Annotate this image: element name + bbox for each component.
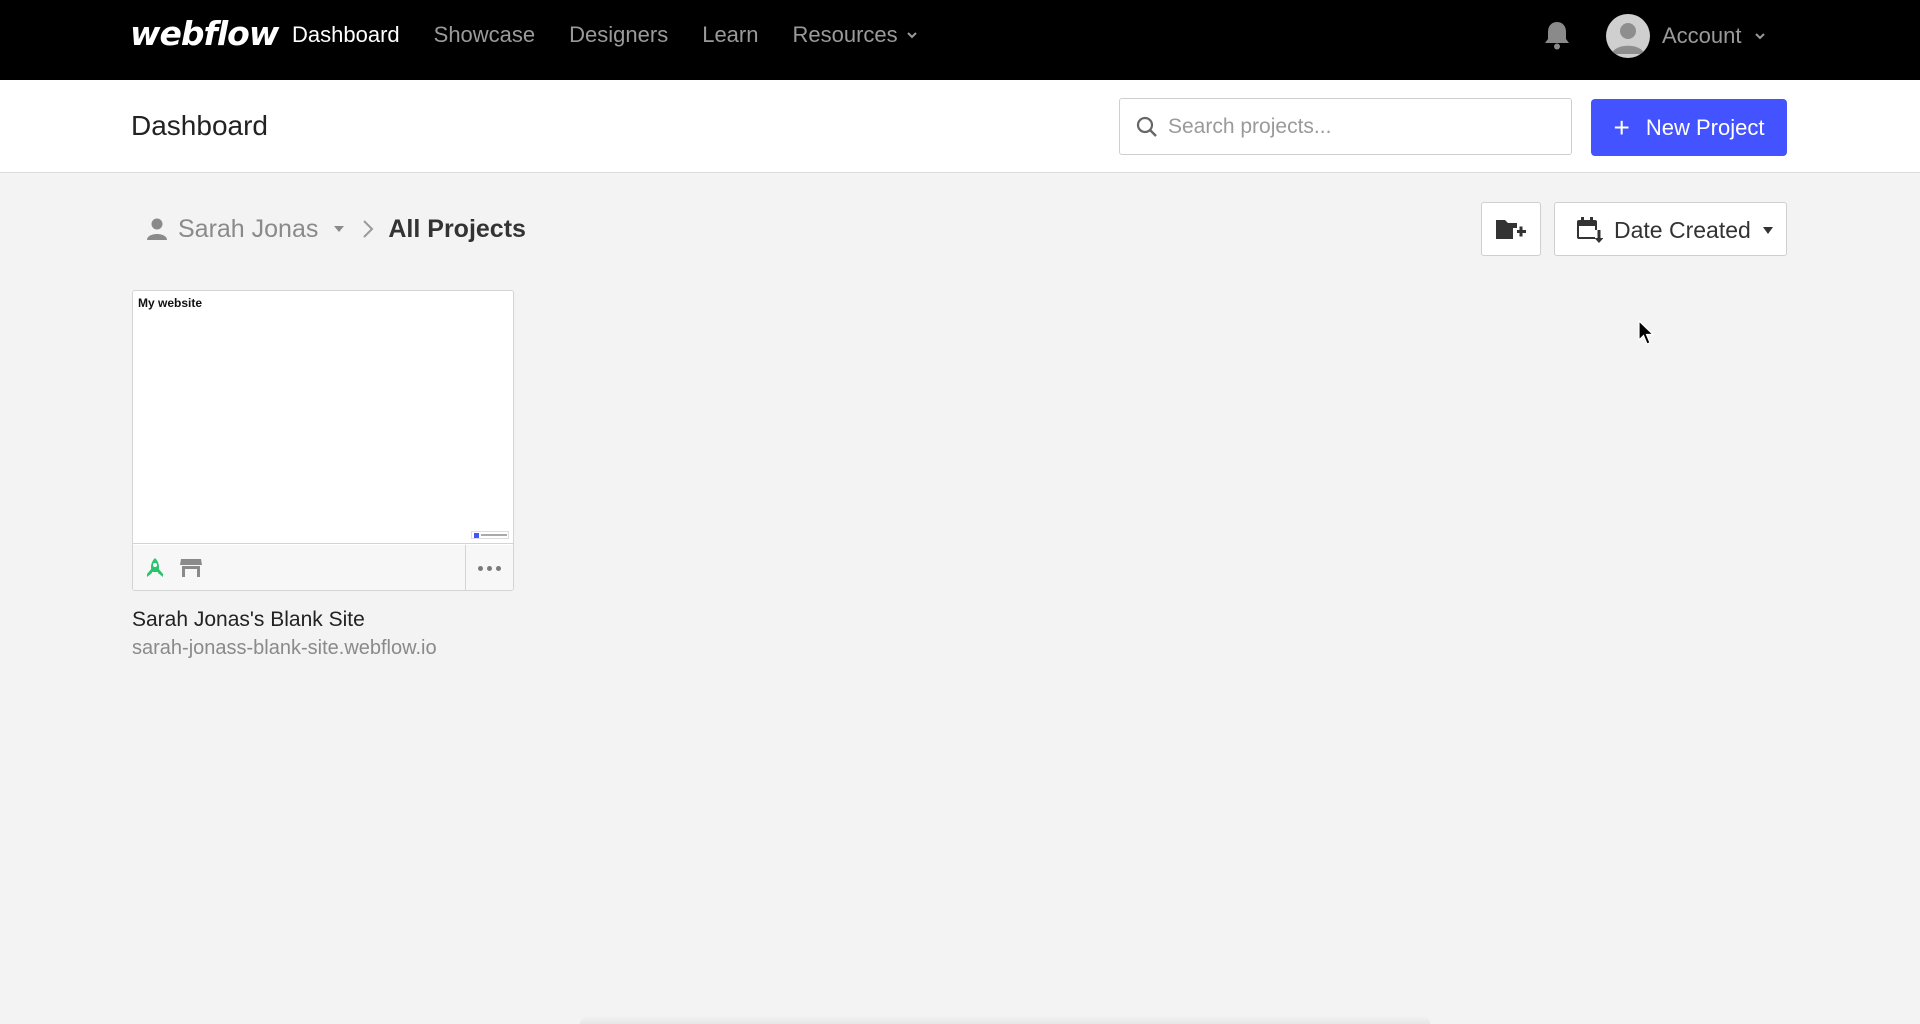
project-url[interactable]: sarah-jonass-blank-site.webflow.io [132, 637, 437, 660]
nav-link-resources-label: Resources [792, 22, 898, 47]
more-icon [478, 565, 483, 571]
search-icon [1136, 116, 1157, 137]
project-thumbnail[interactable]: My website [133, 291, 513, 544]
store-icon[interactable] [179, 557, 203, 579]
breadcrumb-current: All Projects [388, 214, 526, 243]
chevron-down-icon [906, 32, 917, 39]
thumbnail-title: My website [138, 296, 203, 310]
nav-link-designers[interactable]: Designers [569, 22, 668, 48]
bottom-panel-edge [580, 1016, 1430, 1024]
more-options-button[interactable] [465, 545, 513, 590]
search-input[interactable] [1168, 107, 1558, 147]
user-icon [147, 218, 167, 240]
new-project-button[interactable]: + New Project [1591, 99, 1787, 156]
sort-label: Date Created [1614, 217, 1751, 243]
nav-link-resources[interactable]: Resources [792, 22, 917, 48]
sort-dropdown[interactable]: Date Created [1554, 202, 1787, 256]
caret-down-icon [334, 226, 345, 232]
search-box[interactable] [1119, 98, 1572, 155]
nav-link-dashboard[interactable]: Dashboard [292, 22, 400, 48]
rocket-icon[interactable] [145, 557, 165, 579]
plus-icon: + [1613, 111, 1630, 143]
account-menu[interactable]: Account [1606, 14, 1766, 58]
webflow-logo[interactable]: webflow [130, 14, 279, 53]
new-folder-button[interactable] [1481, 202, 1541, 256]
mouse-cursor-icon [1638, 320, 1654, 345]
top-nav: webflow Dashboard Showcase Designers Lea… [0, 0, 1920, 80]
folder-add-icon [1496, 220, 1526, 239]
project-card: My website [132, 290, 514, 591]
nav-links: Dashboard Showcase Designers Learn Resou… [292, 20, 952, 50]
breadcrumb: Sarah Jonas All Projects [146, 212, 526, 246]
nav-link-showcase[interactable]: Showcase [434, 22, 536, 48]
made-in-webflow-badge [471, 531, 509, 539]
avatar-icon [1606, 14, 1650, 58]
project-card-footer [133, 545, 513, 590]
nav-link-learn[interactable]: Learn [702, 22, 758, 48]
page-title: Dashboard [131, 110, 268, 141]
workspace-selector[interactable]: Sarah Jonas [146, 214, 345, 244]
account-label: Account [1662, 23, 1742, 48]
project-name[interactable]: Sarah Jonas's Blank Site [132, 608, 365, 632]
new-project-label: New Project [1645, 114, 1765, 140]
calendar-sort-icon [1577, 217, 1603, 244]
page-header: Dashboard + New Project [0, 80, 1920, 173]
chevron-down-icon [1754, 33, 1765, 40]
workspace-name: Sarah Jonas [178, 214, 319, 243]
chevron-right-icon [363, 220, 374, 238]
caret-down-icon [1763, 227, 1773, 234]
bell-icon[interactable] [1540, 18, 1574, 52]
